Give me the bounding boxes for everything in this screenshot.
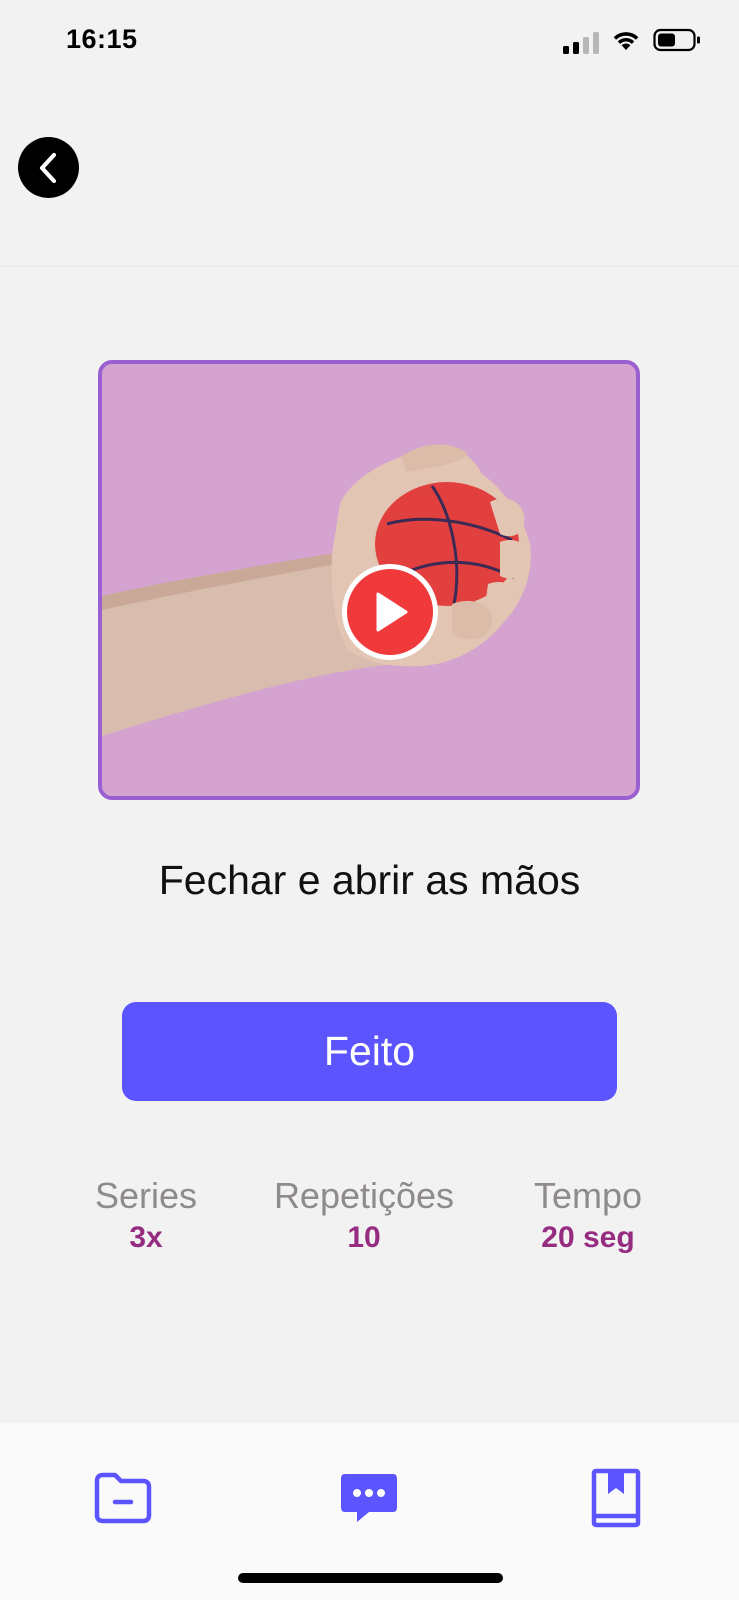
nav-item-folder[interactable] [88, 1463, 158, 1533]
stat-value: 10 [347, 1221, 381, 1254]
stat-value: 20 seg [541, 1221, 635, 1254]
exercise-title: Fechar e abrir as mãos [158, 857, 581, 903]
stat-value: 3x [129, 1221, 163, 1254]
stat-label: Series [94, 1175, 198, 1216]
stat-repetitions: Repetições 10 [258, 1174, 470, 1258]
status-icons [563, 28, 701, 57]
stat-label: Repetições [273, 1175, 455, 1216]
exercise-screen: 16:15 Fechar e abrir as mãos Feito Serie… [0, 0, 739, 1600]
folder-icon [94, 1472, 152, 1524]
home-indicator [238, 1573, 503, 1583]
stat-series: Series 3x [80, 1174, 212, 1258]
status-bar: 16:15 [0, 0, 739, 80]
stat-time: Tempo 20 seg [512, 1174, 664, 1258]
done-button[interactable]: Feito [122, 1002, 617, 1101]
play-icon [376, 592, 408, 632]
nav-item-library[interactable] [581, 1463, 651, 1533]
chevron-left-icon [39, 152, 56, 183]
cellular-signal-icon [563, 31, 599, 54]
header [0, 80, 739, 267]
play-button[interactable] [342, 564, 438, 660]
stat-label: Tempo [533, 1175, 643, 1216]
battery-icon [653, 28, 701, 57]
back-button[interactable] [18, 137, 79, 198]
bookmark-book-icon [591, 1468, 641, 1528]
exercise-video[interactable] [98, 360, 640, 800]
status-time: 16:15 [66, 24, 138, 54]
bottom-nav [0, 1423, 739, 1600]
nav-item-chat[interactable] [334, 1463, 404, 1533]
wifi-icon [611, 29, 641, 56]
chat-bubble-icon [341, 1474, 397, 1522]
